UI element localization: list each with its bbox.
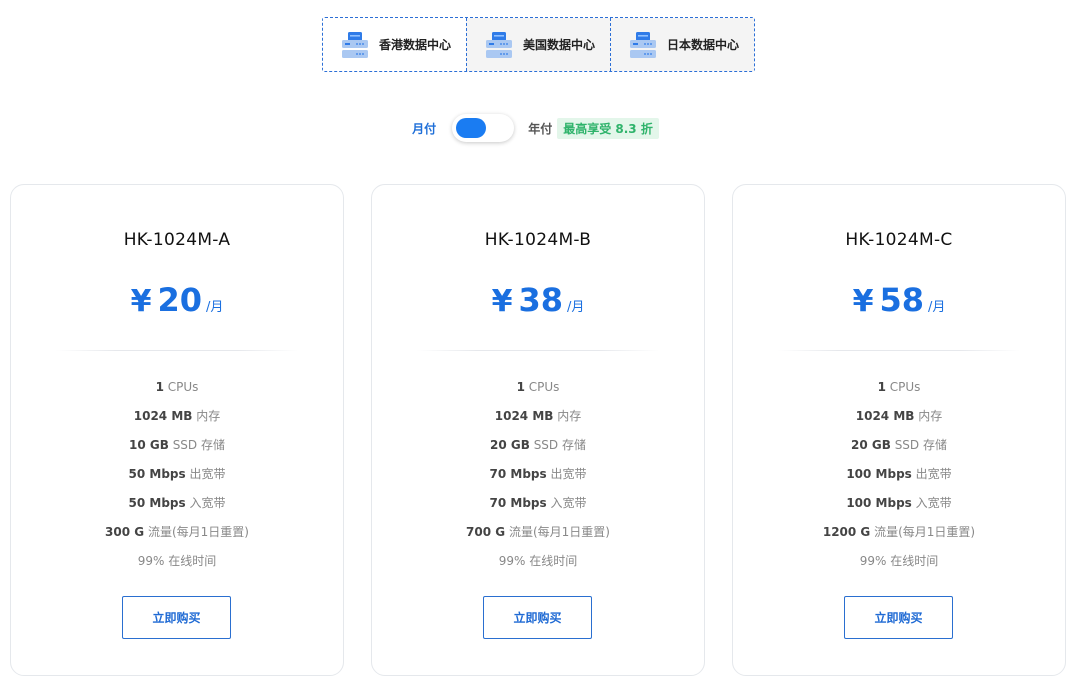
price-amount: 38 <box>518 281 563 319</box>
plan-card: HK-1024M-C ¥ 58 /月 1 CPUs 1024 MB 内存 20 … <box>732 184 1066 676</box>
spec-uptime: 99% 在线时间 <box>498 554 578 568</box>
monthly-label[interactable]: 月付 <box>412 120 436 137</box>
tab-hong-kong-datacenter[interactable]: 香港数据中心 <box>323 18 466 71</box>
plan-card: HK-1024M-B ¥ 38 /月 1 CPUs 1024 MB 内存 20 … <box>371 184 705 676</box>
spec-memory: 1024 MB 内存 <box>133 409 221 423</box>
spec-inbound-bandwidth: 50 Mbps 入宽带 <box>128 496 226 510</box>
price-amount: 58 <box>879 281 924 319</box>
spec-outbound-bandwidth: 70 Mbps 出宽带 <box>489 467 587 481</box>
divider <box>56 350 298 351</box>
billing-period-toggle: 月付 年付 最高享受 8.3 折 <box>0 114 1077 142</box>
server-icon <box>630 31 656 58</box>
spec-storage: 20 GB SSD 存储 <box>490 438 586 452</box>
price-period: /月 <box>928 300 946 315</box>
plan-name: HK-1024M-B <box>484 230 592 250</box>
spec-list: 1 CPUs 1024 MB 内存 20 GB SSD 存储 100 Mbps … <box>733 379 1065 582</box>
spec-outbound-bandwidth: 50 Mbps 出宽带 <box>128 467 226 481</box>
spec-list: 1 CPUs 1024 MB 内存 10 GB SSD 存储 50 Mbps 出… <box>11 379 343 582</box>
price-period: /月 <box>206 300 224 315</box>
datacenter-tabs: 香港数据中心 美国数据中心 日本数据中心 <box>322 17 755 72</box>
tab-japan-datacenter[interactable]: 日本数据中心 <box>610 18 754 71</box>
billing-switch[interactable] <box>452 114 515 142</box>
currency-symbol: ¥ <box>130 284 152 319</box>
spec-cpu: 1 CPUs <box>155 380 199 394</box>
spec-outbound-bandwidth: 100 Mbps 出宽带 <box>846 467 952 481</box>
server-icon <box>486 31 512 58</box>
plan-name: HK-1024M-C <box>845 230 953 250</box>
plan-price: ¥ 20 /月 <box>11 281 343 319</box>
spec-traffic: 1200 G 流量(每月1日重置) <box>822 525 976 539</box>
plan-card: HK-1024M-A ¥ 20 /月 1 CPUs 1024 MB 内存 10 … <box>10 184 344 676</box>
spec-memory: 1024 MB 内存 <box>855 409 943 423</box>
spec-inbound-bandwidth: 100 Mbps 入宽带 <box>846 496 952 510</box>
spec-cpu: 1 CPUs <box>516 380 560 394</box>
datacenter-label: 香港数据中心 <box>379 38 452 52</box>
pricing-page: 香港数据中心 美国数据中心 日本数据中心 月付 年付 最高享受 8.3 折 HK… <box>0 0 1077 686</box>
spec-storage: 10 GB SSD 存储 <box>129 438 225 452</box>
spec-uptime: 99% 在线时间 <box>859 554 939 568</box>
buy-now-button[interactable]: 立即购买 <box>483 596 592 639</box>
switch-knob <box>456 118 487 138</box>
discount-badge: 最高享受 8.3 折 <box>557 117 659 139</box>
divider <box>778 350 1020 351</box>
spec-memory: 1024 MB 内存 <box>494 409 582 423</box>
divider <box>417 350 659 351</box>
spec-traffic: 300 G 流量(每月1日重置) <box>105 525 249 539</box>
price-period: /月 <box>567 300 585 315</box>
currency-symbol: ¥ <box>852 284 874 319</box>
buy-now-button[interactable]: 立即购买 <box>122 596 231 639</box>
currency-symbol: ¥ <box>491 284 513 319</box>
buy-now-button[interactable]: 立即购买 <box>844 596 953 639</box>
plan-price: ¥ 58 /月 <box>733 281 1065 319</box>
plan-name: HK-1024M-A <box>123 230 231 250</box>
yearly-label[interactable]: 年付 <box>528 120 552 137</box>
spec-uptime: 99% 在线时间 <box>137 554 217 568</box>
datacenter-label: 美国数据中心 <box>523 38 596 52</box>
server-icon <box>342 31 368 58</box>
spec-storage: 20 GB SSD 存储 <box>851 438 947 452</box>
spec-inbound-bandwidth: 70 Mbps 入宽带 <box>489 496 587 510</box>
price-amount: 20 <box>157 281 202 319</box>
datacenter-label: 日本数据中心 <box>667 38 740 52</box>
tab-us-datacenter[interactable]: 美国数据中心 <box>466 18 610 71</box>
spec-list: 1 CPUs 1024 MB 内存 20 GB SSD 存储 70 Mbps 出… <box>372 379 704 582</box>
spec-cpu: 1 CPUs <box>877 380 921 394</box>
plan-price: ¥ 38 /月 <box>372 281 704 319</box>
spec-traffic: 700 G 流量(每月1日重置) <box>466 525 610 539</box>
